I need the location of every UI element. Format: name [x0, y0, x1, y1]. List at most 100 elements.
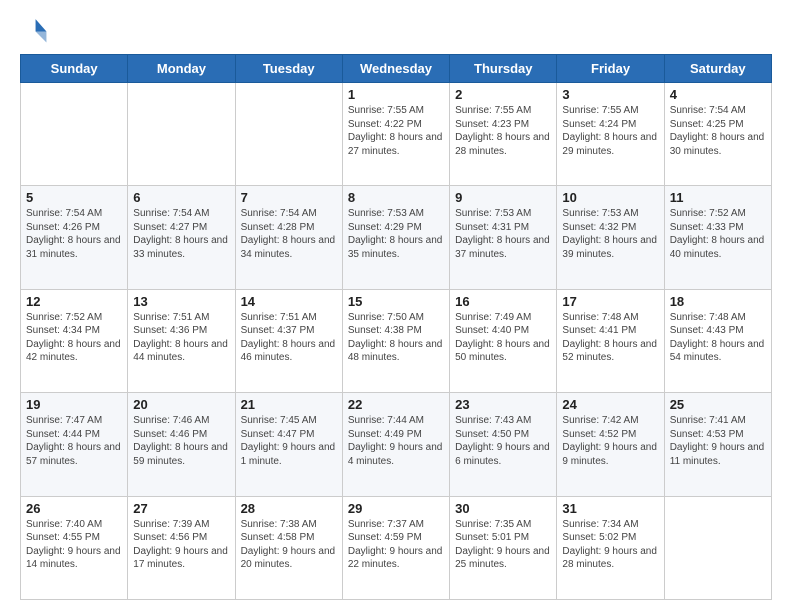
- day-info: Sunrise: 7:42 AM Sunset: 4:52 PM Dayligh…: [562, 414, 658, 468]
- day-number: 25: [670, 397, 766, 412]
- day-info: Sunrise: 7:54 AM Sunset: 4:28 PM Dayligh…: [241, 207, 337, 261]
- calendar-cell: 5 Sunrise: 7:54 AM Sunset: 4:26 PM Daylig…: [21, 186, 128, 289]
- day-number: 10: [562, 190, 658, 205]
- day-info: Sunrise: 7:49 AM Sunset: 4:40 PM Dayligh…: [455, 311, 551, 365]
- day-info: Sunrise: 7:54 AM Sunset: 4:25 PM Dayligh…: [670, 104, 766, 158]
- calendar-cell: 13 Sunrise: 7:51 AM Sunset: 4:36 PM Dayli…: [128, 289, 235, 392]
- day-info: Sunrise: 7:35 AM Sunset: 5:01 PM Dayligh…: [455, 518, 551, 572]
- day-number: 18: [670, 294, 766, 309]
- calendar-cell: 30 Sunrise: 7:35 AM Sunset: 5:01 PM Dayli…: [450, 496, 557, 599]
- day-number: 11: [670, 190, 766, 205]
- day-info: Sunrise: 7:54 AM Sunset: 4:26 PM Dayligh…: [26, 207, 122, 261]
- calendar-cell: 27 Sunrise: 7:39 AM Sunset: 4:56 PM Dayli…: [128, 496, 235, 599]
- day-info: Sunrise: 7:51 AM Sunset: 4:36 PM Dayligh…: [133, 311, 229, 365]
- header: [20, 16, 772, 44]
- calendar-cell: [21, 83, 128, 186]
- calendar-cell: 8Sunrise: 7:53 AM Sunset: 4:29 PM Daylig…: [342, 186, 449, 289]
- day-number: 24: [562, 397, 658, 412]
- logo-icon: [20, 16, 48, 44]
- day-number: 29: [348, 501, 444, 516]
- day-info: Sunrise: 7:47 AM Sunset: 4:44 PM Dayligh…: [26, 414, 122, 468]
- calendar-cell: 11 Sunrise: 7:52 AM Sunset: 4:33 PM Dayli…: [664, 186, 771, 289]
- logo: [20, 16, 52, 44]
- day-number: 4: [670, 87, 766, 102]
- day-info: Sunrise: 7:52 AM Sunset: 4:34 PM Dayligh…: [26, 311, 122, 365]
- day-number: 9: [455, 190, 551, 205]
- calendar-cell: 22Sunrise: 7:44 AM Sunset: 4:49 PM Dayli…: [342, 393, 449, 496]
- calendar-week-row: 1 Sunrise: 7:55 AM Sunset: 4:22 PM Daylig…: [21, 83, 772, 186]
- calendar-cell: 21 Sunrise: 7:45 AM Sunset: 4:47 PM Dayli…: [235, 393, 342, 496]
- day-number: 30: [455, 501, 551, 516]
- day-info: Sunrise: 7:39 AM Sunset: 4:56 PM Dayligh…: [133, 518, 229, 572]
- day-number: 26: [26, 501, 122, 516]
- day-number: 15: [348, 294, 444, 309]
- day-number: 20: [133, 397, 229, 412]
- calendar-header: SundayMondayTuesdayWednesdayThursdayFrid…: [21, 55, 772, 83]
- day-info: Sunrise: 7:37 AM Sunset: 4:59 PM Dayligh…: [348, 518, 444, 572]
- day-info: Sunrise: 7:45 AM Sunset: 4:47 PM Dayligh…: [241, 414, 337, 468]
- day-number: 3: [562, 87, 658, 102]
- day-info: Sunrise: 7:41 AM Sunset: 4:53 PM Dayligh…: [670, 414, 766, 468]
- weekday-header: Thursday: [450, 55, 557, 83]
- calendar-cell: 4 Sunrise: 7:54 AM Sunset: 4:25 PM Daylig…: [664, 83, 771, 186]
- day-info: Sunrise: 7:54 AM Sunset: 4:27 PM Dayligh…: [133, 207, 229, 261]
- day-number: 12: [26, 294, 122, 309]
- day-number: 21: [241, 397, 337, 412]
- calendar-cell: 14 Sunrise: 7:51 AM Sunset: 4:37 PM Dayli…: [235, 289, 342, 392]
- calendar-cell: 24 Sunrise: 7:42 AM Sunset: 4:52 PM Dayli…: [557, 393, 664, 496]
- day-number: 1: [348, 87, 444, 102]
- day-info: Sunrise: 7:50 AM Sunset: 4:38 PM Dayligh…: [348, 311, 444, 365]
- day-info: Sunrise: 7:40 AM Sunset: 4:55 PM Dayligh…: [26, 518, 122, 572]
- calendar-cell: 31 Sunrise: 7:34 AM Sunset: 5:02 PM Dayli…: [557, 496, 664, 599]
- calendar-cell: [664, 496, 771, 599]
- weekday-header-row: SundayMondayTuesdayWednesdayThursdayFrid…: [21, 55, 772, 83]
- calendar-cell: 25 Sunrise: 7:41 AM Sunset: 4:53 PM Dayli…: [664, 393, 771, 496]
- calendar-cell: 18Sunrise: 7:48 AM Sunset: 4:43 PM Dayli…: [664, 289, 771, 392]
- day-info: Sunrise: 7:53 AM Sunset: 4:31 PM Dayligh…: [455, 207, 551, 261]
- calendar-body: 1 Sunrise: 7:55 AM Sunset: 4:22 PM Daylig…: [21, 83, 772, 600]
- day-number: 13: [133, 294, 229, 309]
- day-number: 14: [241, 294, 337, 309]
- calendar-cell: [128, 83, 235, 186]
- day-number: 2: [455, 87, 551, 102]
- weekday-header: Monday: [128, 55, 235, 83]
- day-number: 19: [26, 397, 122, 412]
- day-number: 5: [26, 190, 122, 205]
- day-info: Sunrise: 7:38 AM Sunset: 4:58 PM Dayligh…: [241, 518, 337, 572]
- day-number: 16: [455, 294, 551, 309]
- day-info: Sunrise: 7:55 AM Sunset: 4:23 PM Dayligh…: [455, 104, 551, 158]
- day-info: Sunrise: 7:53 AM Sunset: 4:32 PM Dayligh…: [562, 207, 658, 261]
- calendar-table: SundayMondayTuesdayWednesdayThursdayFrid…: [20, 54, 772, 600]
- day-info: Sunrise: 7:52 AM Sunset: 4:33 PM Dayligh…: [670, 207, 766, 261]
- calendar-cell: [235, 83, 342, 186]
- page: SundayMondayTuesdayWednesdayThursdayFrid…: [0, 0, 792, 612]
- day-info: Sunrise: 7:46 AM Sunset: 4:46 PM Dayligh…: [133, 414, 229, 468]
- day-info: Sunrise: 7:34 AM Sunset: 5:02 PM Dayligh…: [562, 518, 658, 572]
- calendar-week-row: 19 Sunrise: 7:47 AM Sunset: 4:44 PM Dayli…: [21, 393, 772, 496]
- calendar-cell: 10 Sunrise: 7:53 AM Sunset: 4:32 PM Dayli…: [557, 186, 664, 289]
- calendar-cell: 16 Sunrise: 7:49 AM Sunset: 4:40 PM Dayli…: [450, 289, 557, 392]
- day-info: Sunrise: 7:55 AM Sunset: 4:22 PM Dayligh…: [348, 104, 444, 158]
- day-number: 31: [562, 501, 658, 516]
- calendar-cell: 3 Sunrise: 7:55 AM Sunset: 4:24 PM Daylig…: [557, 83, 664, 186]
- weekday-header: Saturday: [664, 55, 771, 83]
- day-number: 27: [133, 501, 229, 516]
- calendar-cell: 7 Sunrise: 7:54 AM Sunset: 4:28 PM Daylig…: [235, 186, 342, 289]
- calendar-cell: 20 Sunrise: 7:46 AM Sunset: 4:46 PM Dayli…: [128, 393, 235, 496]
- day-info: Sunrise: 7:51 AM Sunset: 4:37 PM Dayligh…: [241, 311, 337, 365]
- weekday-header: Tuesday: [235, 55, 342, 83]
- calendar-cell: 17 Sunrise: 7:48 AM Sunset: 4:41 PM Dayli…: [557, 289, 664, 392]
- calendar-cell: 23Sunrise: 7:43 AM Sunset: 4:50 PM Dayli…: [450, 393, 557, 496]
- day-info: Sunrise: 7:55 AM Sunset: 4:24 PM Dayligh…: [562, 104, 658, 158]
- calendar-week-row: 5 Sunrise: 7:54 AM Sunset: 4:26 PM Daylig…: [21, 186, 772, 289]
- day-number: 17: [562, 294, 658, 309]
- calendar-cell: 28Sunrise: 7:38 AM Sunset: 4:58 PM Dayli…: [235, 496, 342, 599]
- calendar-cell: 9 Sunrise: 7:53 AM Sunset: 4:31 PM Daylig…: [450, 186, 557, 289]
- weekday-header: Wednesday: [342, 55, 449, 83]
- weekday-header: Friday: [557, 55, 664, 83]
- calendar-week-row: 12 Sunrise: 7:52 AM Sunset: 4:34 PM Dayli…: [21, 289, 772, 392]
- day-number: 7: [241, 190, 337, 205]
- day-info: Sunrise: 7:48 AM Sunset: 4:41 PM Dayligh…: [562, 311, 658, 365]
- calendar-cell: 1 Sunrise: 7:55 AM Sunset: 4:22 PM Daylig…: [342, 83, 449, 186]
- calendar-cell: 19 Sunrise: 7:47 AM Sunset: 4:44 PM Dayli…: [21, 393, 128, 496]
